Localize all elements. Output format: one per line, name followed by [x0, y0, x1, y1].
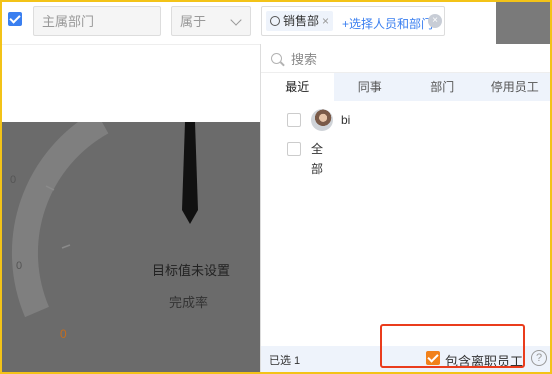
tag-label: 销售部 [283, 14, 320, 28]
dimmed-gauge-area: 0 0 0 目标值未设置 完成率 [2, 122, 260, 372]
toolbar-band [2, 44, 260, 123]
department-placeholder: 主属部门 [42, 14, 95, 29]
search-icon [271, 53, 282, 64]
list-item-label: 全部 [311, 142, 324, 176]
filter-enable-checkbox[interactable] [8, 12, 22, 26]
gauge-tick-mark [61, 244, 71, 249]
item-checkbox[interactable] [287, 142, 301, 156]
gauge-needle [182, 122, 198, 224]
list-item-label: bi [341, 113, 351, 127]
picker-tabs: 最近 同事 部门 停用员工 [261, 73, 551, 101]
add-people-link[interactable]: +选择人员和部门 [342, 15, 433, 32]
picker-footer: 已选 1 包含离职员工 ? [261, 346, 550, 372]
include-resigned-label[interactable]: 包含离职员工 [445, 351, 523, 370]
tab-colleagues[interactable]: 同事 [334, 73, 407, 101]
filter-bar: 主属部门 属于 销售部 × +选择人员和部门 × [2, 2, 550, 44]
tag-remove-icon[interactable]: × [322, 14, 329, 28]
dimmed-overlay-corner [496, 2, 550, 44]
department-icon [270, 16, 280, 26]
gauge-svg [11, 122, 109, 318]
tab-disabled-employees[interactable]: 停用员工 [479, 73, 551, 101]
relation-select[interactable]: 属于 [171, 6, 251, 36]
department-select[interactable]: 主属部门 [33, 6, 161, 36]
gauge-tick-label: 0 [16, 260, 23, 272]
relation-label: 属于 [180, 14, 207, 29]
gauge-zero-label: 0 [60, 327, 67, 341]
avatar [311, 109, 333, 131]
goal-status-text: 目标值未设置 [152, 263, 231, 278]
help-icon[interactable]: ? [531, 350, 547, 366]
clear-icon[interactable]: × [428, 14, 442, 28]
selected-count: 已选 1 [269, 355, 301, 367]
people-picker-panel: 最近 同事 部门 停用员工 bi 全部 已选 1 包含离职员工 ? [260, 44, 551, 372]
item-checkbox[interactable] [287, 113, 301, 127]
gauge-arc [11, 122, 109, 318]
people-selector[interactable]: 销售部 × +选择人员和部门 × [261, 6, 445, 36]
search-input[interactable] [289, 48, 533, 70]
screenshot-frame: 主属部门 属于 销售部 × +选择人员和部门 × 0 0 0 目标值未设置 完成率 [0, 0, 552, 374]
completion-rate-label: 完成率 [169, 295, 209, 310]
chevron-down-icon [230, 14, 242, 26]
tab-departments[interactable]: 部门 [406, 73, 479, 101]
tab-recent[interactable]: 最近 [261, 73, 334, 101]
selected-tag-sales: 销售部 × [266, 11, 334, 31]
gauge-tick-label: 0 [10, 174, 17, 186]
search-bar [261, 44, 550, 73]
include-resigned-checkbox[interactable] [426, 351, 440, 365]
